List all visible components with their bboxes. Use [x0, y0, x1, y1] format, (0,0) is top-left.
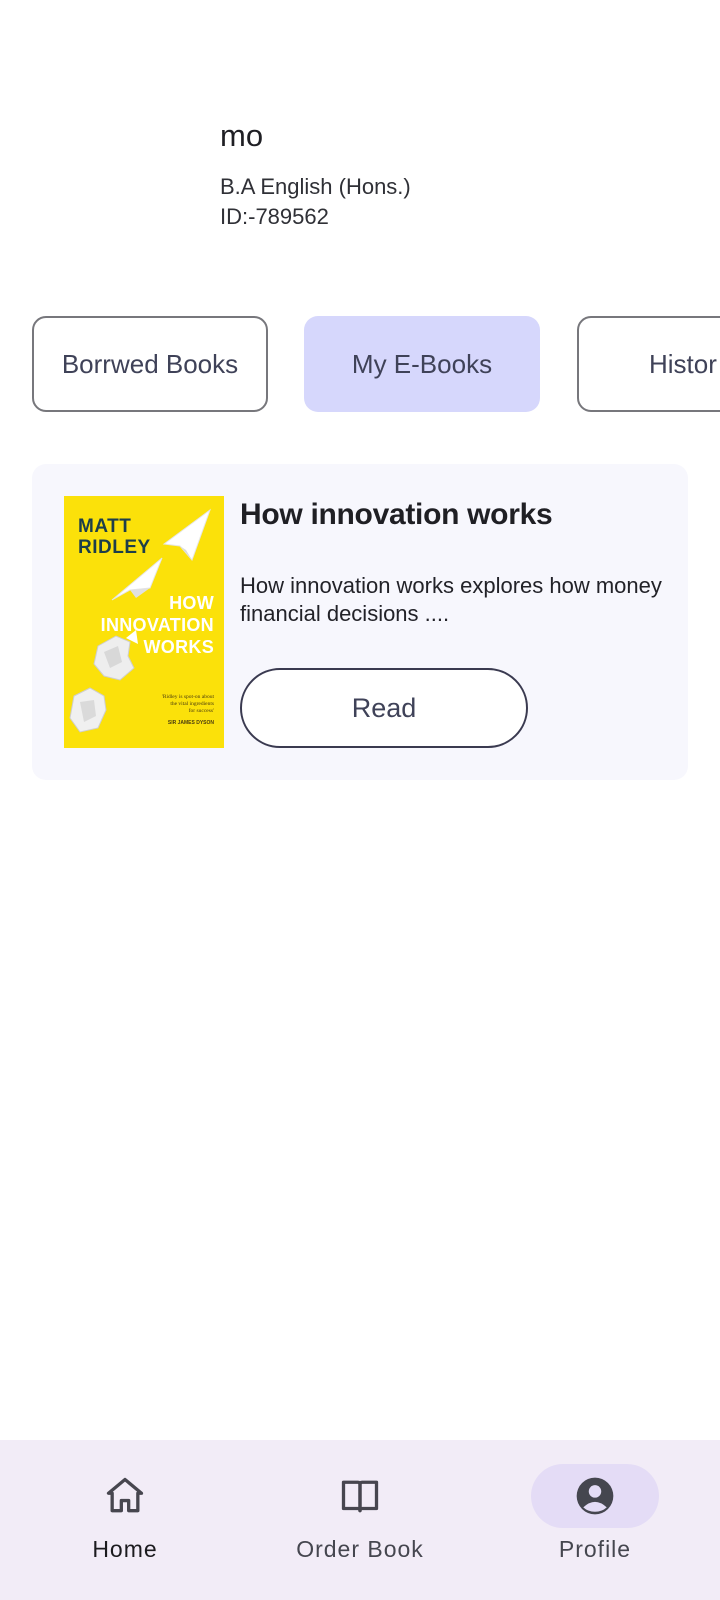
nav-home-icon-container — [61, 1464, 189, 1528]
account-circle-icon — [576, 1477, 614, 1515]
cover-quote-author: SIR JAMES DYSON — [167, 720, 214, 726]
cover-title: HOW INNOVATION WORKS — [101, 592, 214, 658]
book-title: How innovation works — [240, 498, 553, 531]
book-tabs: Borrwed Books My E-Books Histor — [32, 316, 720, 416]
profile-name: mo — [220, 118, 264, 153]
cover-author: MATT RIDLEY — [78, 516, 151, 558]
cover-quote-line: the vital ingredients — [170, 701, 214, 707]
read-button[interactable]: Read — [240, 668, 528, 748]
nav-order-icon-container — [296, 1464, 424, 1528]
profile-course: B.A English (Hons.) — [220, 174, 411, 199]
cover-quote-line: for success' — [188, 708, 214, 714]
profile-id: ID:-789562 — [220, 204, 329, 229]
screen: mo B.A English (Hons.) ID:-789562 Borrwe… — [0, 0, 720, 1600]
nav-profile[interactable]: Profile — [475, 1440, 715, 1600]
book-description: How innovation works explores how money … — [240, 573, 662, 626]
cover-quote: 'Ridley is spot-on about the vital ingre… — [162, 694, 214, 715]
nav-home[interactable]: Home — [5, 1440, 245, 1600]
nav-order-book[interactable]: Order Book — [240, 1440, 480, 1600]
tab-borrowed-books[interactable]: Borrwed Books — [32, 316, 268, 412]
book-cover[interactable]: MATT RIDLEY HOW INNOVATION WORKS 'Ridley… — [64, 496, 224, 748]
cover-author-line: RIDLEY — [78, 537, 151, 558]
nav-profile-icon-container — [531, 1464, 659, 1528]
tab-history[interactable]: Histor — [577, 316, 720, 412]
home-icon — [106, 1477, 144, 1513]
nav-order-label: Order Book — [296, 1536, 424, 1562]
bottom-navigation: Home Order Book Profile — [0, 1440, 720, 1600]
cover-title-line: INNOVATION — [100, 615, 214, 635]
nav-home-label: Home — [92, 1536, 158, 1562]
book-card: MATT RIDLEY HOW INNOVATION WORKS 'Ridley… — [32, 464, 688, 780]
book-open-icon — [341, 1480, 379, 1513]
cover-title-line: HOW — [169, 593, 214, 613]
tab-my-e-books[interactable]: My E-Books — [304, 316, 540, 412]
cover-title-line: WORKS — [143, 637, 214, 657]
nav-profile-label: Profile — [558, 1536, 632, 1562]
cover-author-line: MATT — [78, 516, 132, 537]
profile-info: mo B.A English (Hons.) ID:-789562 — [220, 118, 411, 232]
cover-quote-line: 'Ridley is spot-on about — [161, 694, 214, 700]
